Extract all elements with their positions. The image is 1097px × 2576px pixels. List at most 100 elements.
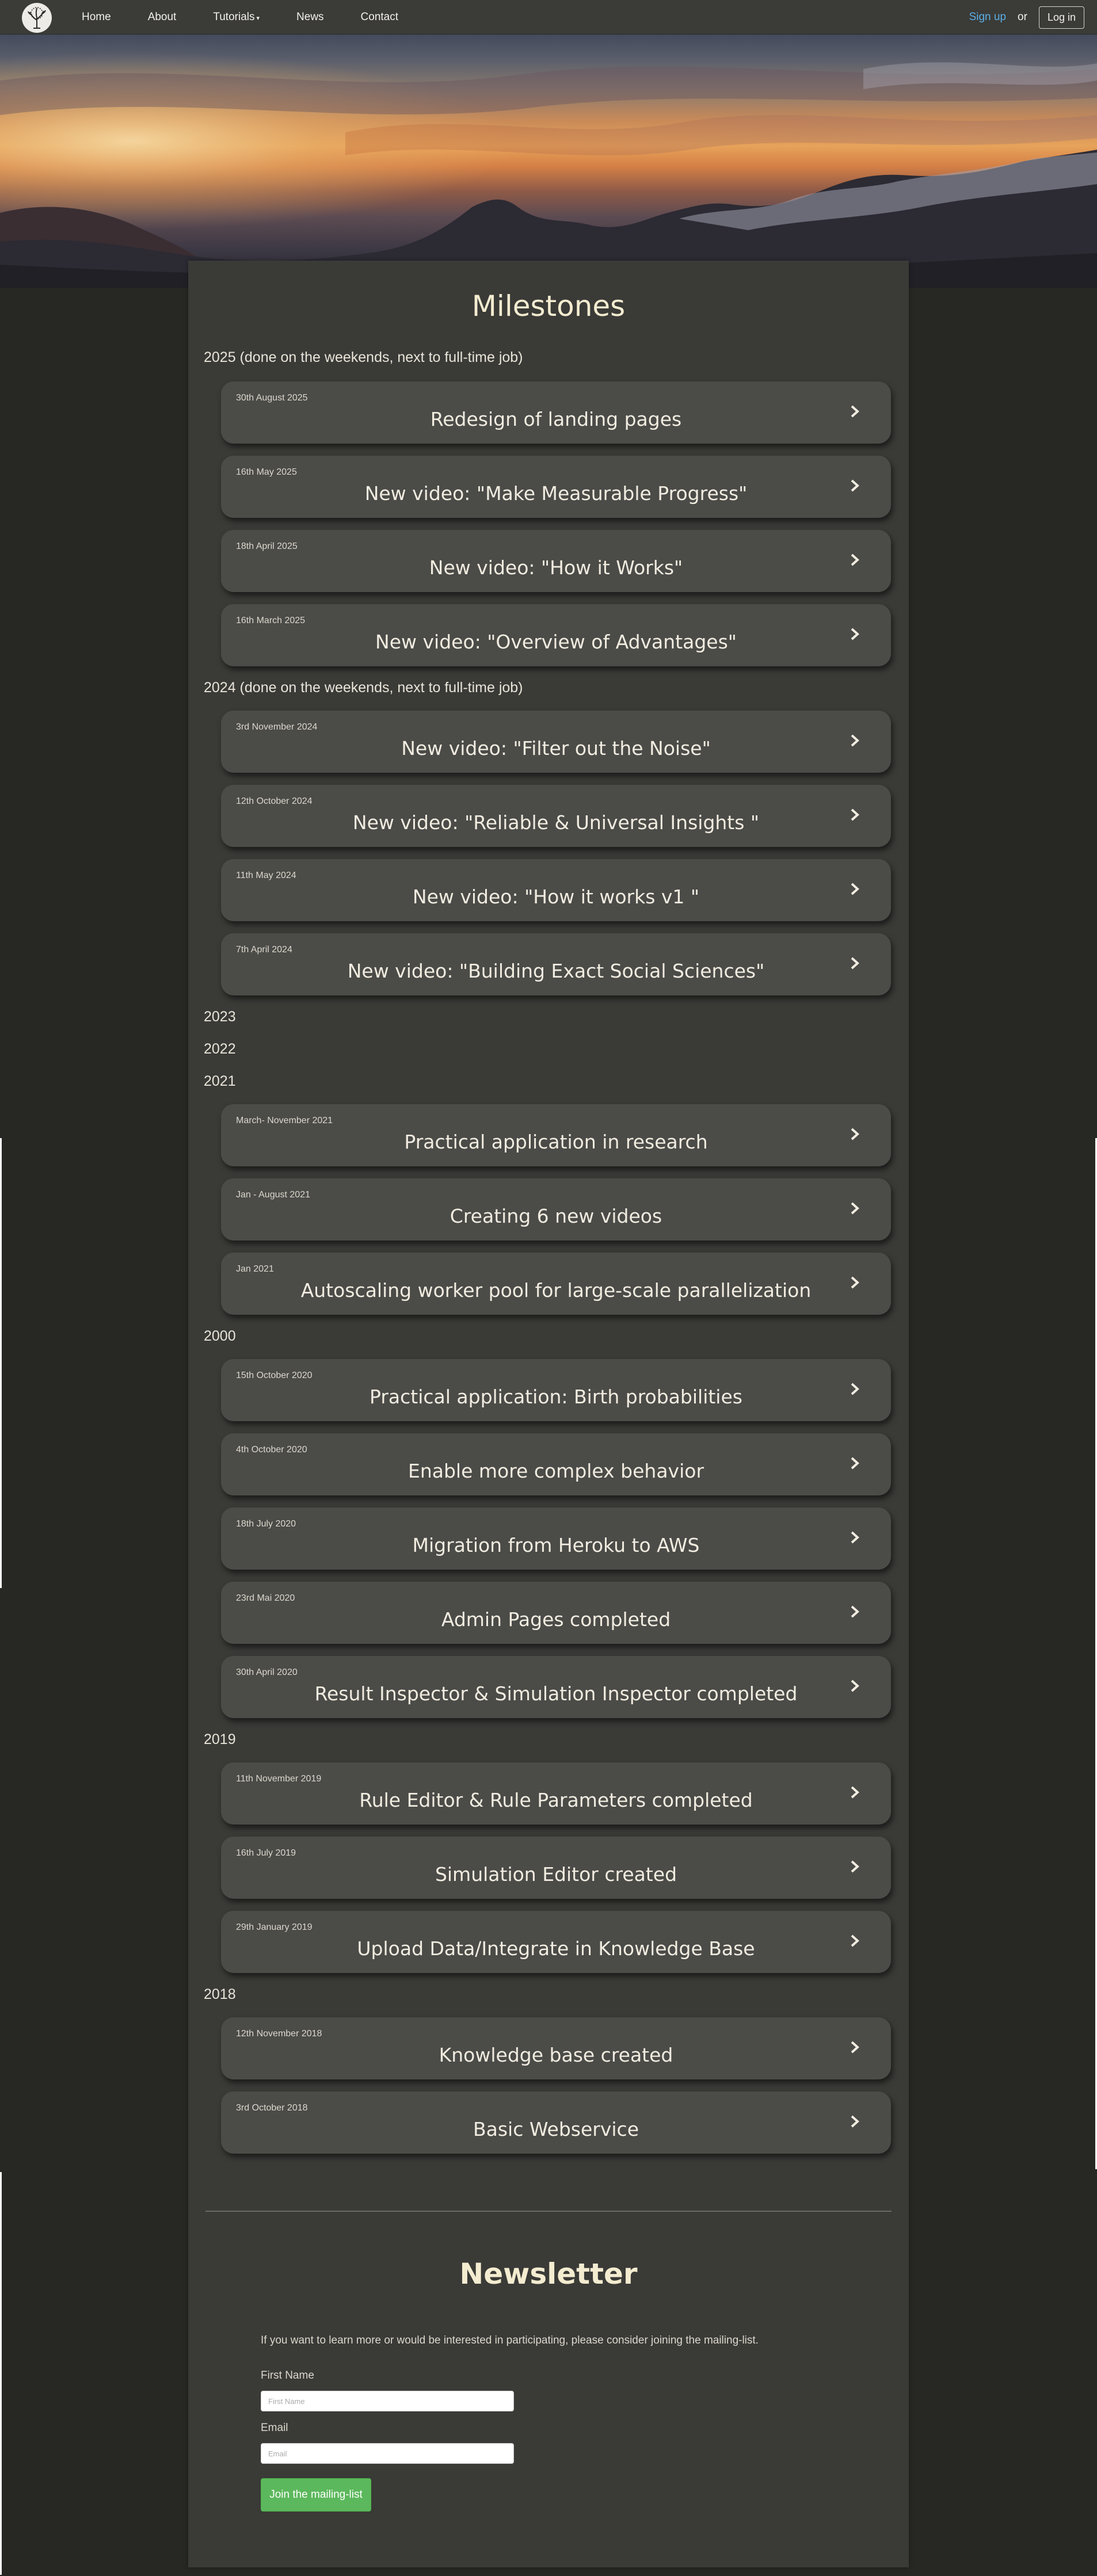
milestone-card[interactable]: 15th October 2020 Practical application:… (221, 1359, 891, 1421)
chevron-right-icon (851, 1457, 859, 1470)
milestone-title: New video: "Overview of Advantages" (375, 631, 737, 653)
page-title: Milestones (471, 289, 626, 323)
milestone-date: 4th October 2020 (236, 1445, 307, 1455)
left-edge-strip-lower (0, 2172, 2, 2575)
milestone-title: New video: "Building Exact Social Scienc… (347, 960, 765, 982)
left-edge-strip (0, 1138, 2, 1588)
milestone-date: 7th April 2024 (236, 945, 292, 955)
first-name-field[interactable] (261, 2391, 514, 2411)
navbar: Home About Tutorials ▾ News Contact Sign … (0, 0, 1097, 35)
milestone-card[interactable]: 30th April 2020 Result Inspector & Simul… (221, 1656, 891, 1718)
nav-links: Home About Tutorials ▾ News Contact (82, 0, 435, 35)
milestone-title: New video: "Reliable & Universal Insight… (352, 811, 760, 834)
milestone-card[interactable]: 16th July 2019 Simulation Editor created (221, 1837, 891, 1899)
milestone-date: 3rd November 2024 (236, 722, 318, 732)
milestone-title: Creating 6 new videos (450, 1205, 662, 1227)
milestone-date: March- November 2021 (236, 1116, 333, 1125)
milestone-date: 30th August 2025 (236, 393, 308, 403)
year-heading-2018: 2018 (204, 1986, 236, 2002)
milestone-date: 18th July 2020 (236, 1519, 296, 1529)
caret-down-icon: ▾ (256, 15, 260, 22)
nav-tutorials-label: Tutorials (213, 11, 255, 23)
milestone-title: Redesign of landing pages (430, 408, 682, 430)
milestone-date: 12th October 2024 (236, 796, 313, 806)
nav-about[interactable]: About (148, 11, 177, 24)
milestone-date: 16th July 2019 (236, 1848, 296, 1858)
milestone-card[interactable]: 7th April 2024 New video: "Building Exac… (221, 933, 891, 995)
milestone-card[interactable]: 11th November 2019 Rule Editor & Rule Pa… (221, 1762, 891, 1825)
milestone-card[interactable]: 3rd November 2024 New video: "Filter out… (221, 711, 891, 773)
milestone-card[interactable]: 12th October 2024 New video: "Reliable &… (221, 785, 891, 847)
login-button[interactable]: Log in (1038, 6, 1084, 29)
milestone-card[interactable]: 23rd Mai 2020 Admin Pages completed (221, 1582, 891, 1644)
milestone-date: 3rd October 2018 (236, 2103, 308, 2113)
nav-news[interactable]: News (296, 11, 324, 24)
milestone-title: Rule Editor & Rule Parameters completed (359, 1789, 753, 1811)
milestone-date: 15th October 2020 (236, 1371, 313, 1380)
nav-home[interactable]: Home (82, 11, 111, 24)
milestone-card[interactable]: 12th November 2018 Knowledge base create… (221, 2017, 891, 2079)
nav-tutorials-dropdown[interactable]: Tutorials ▾ (213, 11, 260, 24)
milestone-title: New video: "How it Works" (429, 556, 683, 579)
milestone-title: Basic Webservice (473, 2118, 639, 2140)
milestone-title: New video: "How it works v1 " (412, 886, 700, 908)
milestone-title: Practical application in research (404, 1131, 708, 1153)
milestone-card[interactable]: March- November 2021 Practical applicati… (221, 1104, 891, 1166)
join-mailing-list-button[interactable]: Join the mailing-list (261, 2478, 371, 2512)
year-heading-2019: 2019 (204, 1731, 236, 1747)
milestone-card[interactable]: 11th May 2024 New video: "How it works v… (221, 859, 891, 921)
nav-contact[interactable]: Contact (361, 11, 398, 24)
milestone-title: Practical application: Birth probabiliti… (370, 1386, 742, 1408)
chevron-right-icon (851, 479, 859, 492)
email-field[interactable] (261, 2443, 514, 2464)
chevron-right-icon (851, 1276, 859, 1289)
chevron-right-icon (851, 1128, 859, 1140)
chevron-right-icon (851, 1531, 859, 1544)
milestone-card[interactable]: 29th January 2019 Upload Data/Integrate … (221, 1911, 891, 1973)
year-heading-2023: 2023 (204, 1009, 236, 1025)
signup-link[interactable]: Sign up (969, 11, 1006, 24)
chevron-right-icon (851, 734, 859, 747)
milestone-title: Admin Pages completed (441, 1608, 671, 1631)
chevron-right-icon (851, 883, 859, 895)
or-text: or (1018, 11, 1027, 23)
milestone-title: New video: "Filter out the Noise" (401, 737, 711, 760)
newsletter-text: If you want to learn more or would be in… (261, 2334, 759, 2346)
milestone-date: 11th May 2024 (236, 871, 296, 880)
milestone-title: Simulation Editor created (435, 1863, 677, 1886)
newsletter-title: Newsletter (459, 2257, 638, 2291)
chevron-right-icon (851, 1680, 859, 1692)
year-heading-2025: 2025 (done on the weekends, next to full… (204, 349, 523, 365)
milestone-date: 30th April 2020 (236, 1667, 298, 1677)
section-divider (205, 2211, 892, 2212)
milestone-card[interactable]: Jan - August 2021 Creating 6 new videos (221, 1178, 891, 1241)
milestones-panel: Milestones 2025 (done on the weekends, n… (188, 261, 909, 2567)
first-name-label: First Name (261, 2369, 314, 2382)
milestone-title: Enable more complex behavior (407, 1460, 704, 1482)
milestone-title: Migration from Heroku to AWS (412, 1534, 700, 1556)
chevron-right-icon (851, 1383, 859, 1395)
nav-auth: Sign up or Log in (969, 0, 1084, 35)
milestone-card[interactable]: 18th July 2020 Migration from Heroku to … (221, 1508, 891, 1570)
milestone-title: Knowledge base created (439, 2044, 673, 2066)
milestone-card[interactable]: 3rd October 2018 Basic Webservice (221, 2092, 891, 2154)
milestone-card[interactable]: 16th May 2025 New video: "Make Measurabl… (221, 456, 891, 518)
milestone-card[interactable]: 4th October 2020 Enable more complex beh… (221, 1433, 891, 1495)
chevron-right-icon (851, 1202, 859, 1215)
milestone-card[interactable]: 30th August 2025 Redesign of landing pag… (221, 381, 891, 444)
milestone-date: Jan 2021 (236, 1264, 274, 1274)
milestone-card[interactable]: 16th March 2025 New video: "Overview of … (221, 604, 891, 666)
milestone-date: 29th January 2019 (236, 1922, 313, 1932)
milestone-date: 16th March 2025 (236, 616, 306, 625)
chevron-right-icon (851, 405, 859, 418)
milestone-date: 23rd Mai 2020 (236, 1593, 295, 1603)
milestone-date: Jan - August 2021 (236, 1190, 310, 1200)
milestone-title: Result Inspector & Simulation Inspector … (314, 1682, 798, 1705)
milestone-title: Autoscaling worker pool for large-scale … (300, 1279, 812, 1302)
logo-tree-icon[interactable] (22, 3, 52, 33)
milestone-title: Upload Data/Integrate in Knowledge Base (357, 1937, 755, 1960)
milestone-card[interactable]: 18th April 2025 New video: "How it Works… (221, 530, 891, 592)
milestone-card[interactable]: Jan 2021 Autoscaling worker pool for lar… (221, 1253, 891, 1315)
milestone-title: New video: "Make Measurable Progress" (364, 482, 748, 505)
milestone-date: 12th November 2018 (236, 2029, 322, 2039)
